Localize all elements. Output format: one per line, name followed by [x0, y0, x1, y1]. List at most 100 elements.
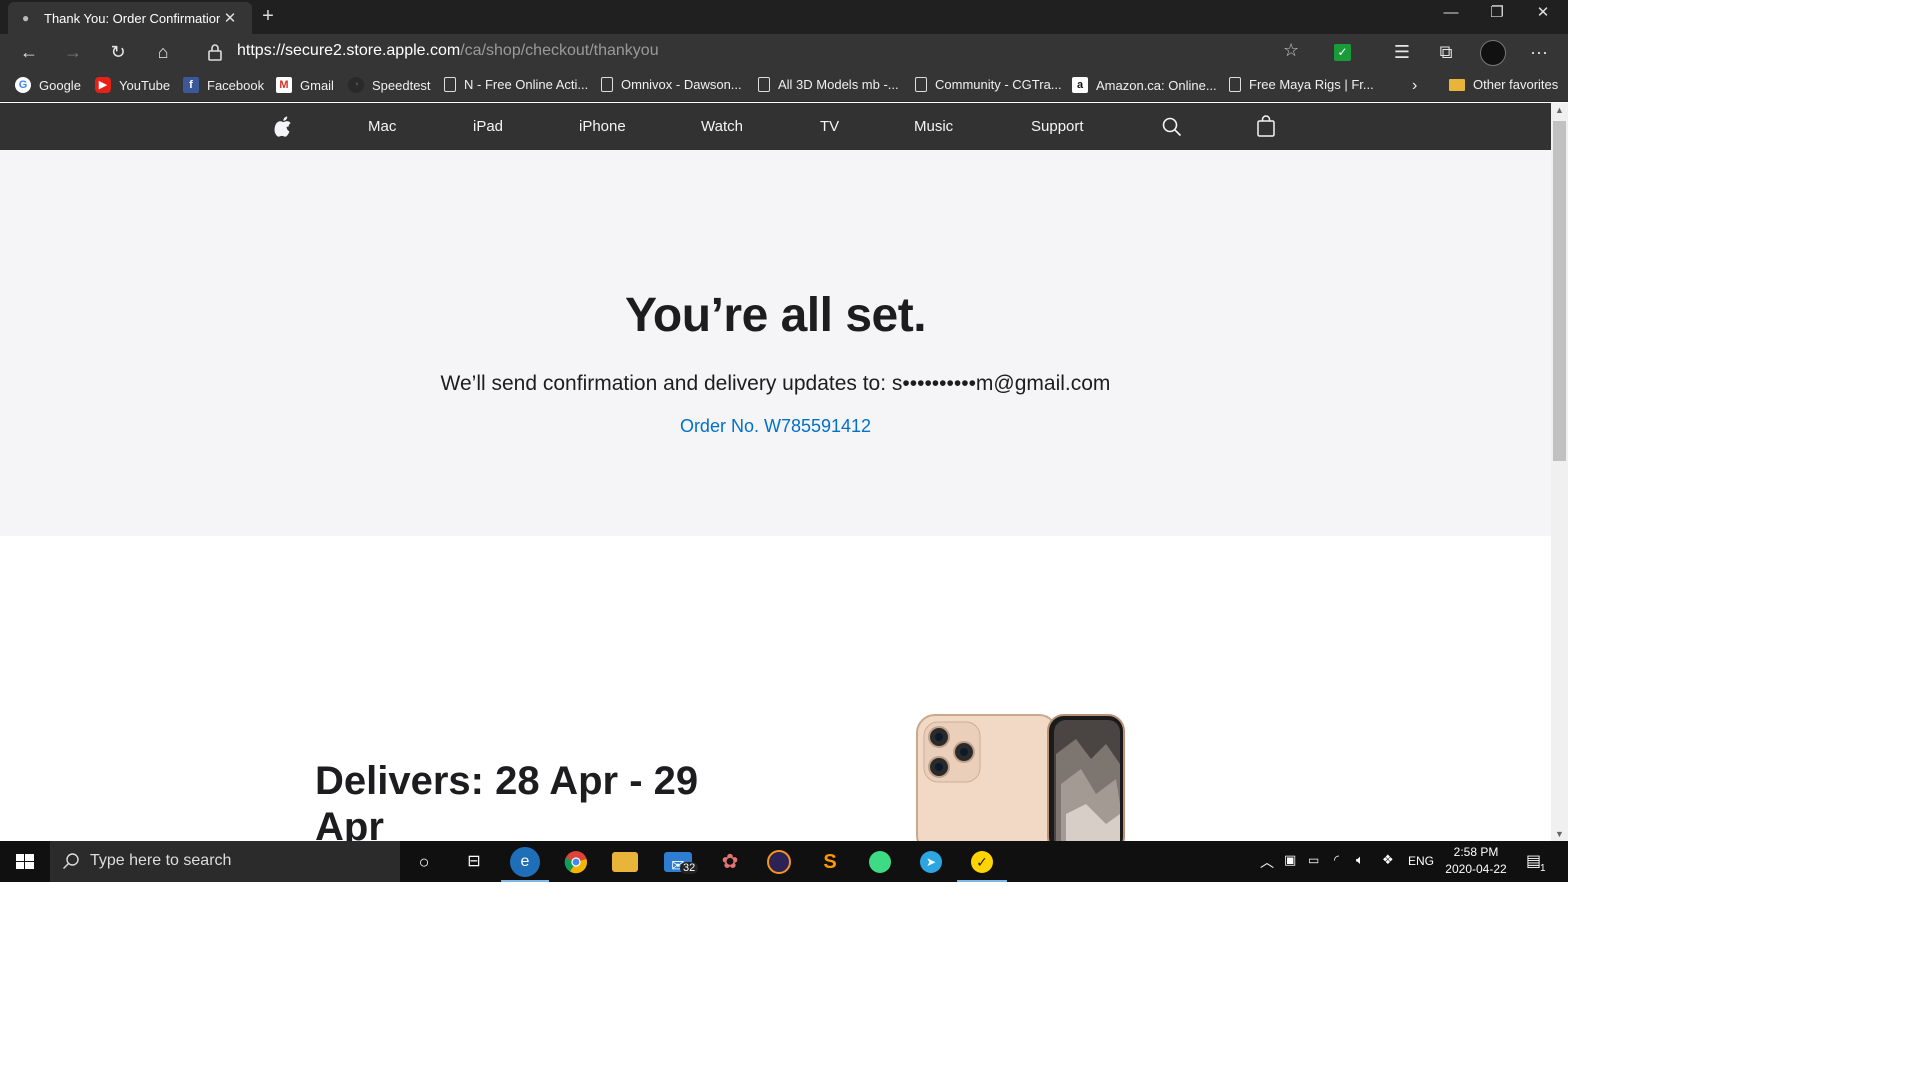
norton-icon[interactable]: ✓	[957, 847, 1007, 882]
maps-pin-icon[interactable]	[864, 847, 896, 877]
page-icon	[915, 77, 927, 92]
bookmark-omnivox[interactable]: Omnivox - Dawson...	[601, 77, 742, 92]
bookmark-cgtrader[interactable]: Community - CGTra...	[915, 77, 1062, 92]
search-placeholder: Type here to search	[90, 852, 232, 869]
windows-taskbar: Type here to search ○ ⊟ e ✉ 32 ✿ S ➤ ✓ ︿…	[0, 841, 1568, 882]
edge-browser-icon[interactable]: e	[501, 847, 549, 882]
profile-avatar[interactable]	[1480, 40, 1506, 66]
favorite-star-icon[interactable]: ☆	[1283, 40, 1299, 61]
nav-watch[interactable]: Watch	[701, 118, 743, 135]
bookmark-label: YouTube	[119, 77, 171, 93]
battery-icon[interactable]: ▭	[1308, 853, 1319, 882]
order-number-link[interactable]: Order No. W785591412	[0, 416, 1551, 437]
close-window-button[interactable]: ✕	[1520, 0, 1566, 30]
nav-support[interactable]: Support	[1031, 118, 1084, 135]
clock-date: 2020-04-22	[1445, 862, 1507, 876]
page-icon	[1229, 77, 1241, 92]
nav-tv[interactable]: TV	[820, 118, 839, 135]
bookmark-amazon[interactable]: a Amazon.ca: Online...	[1072, 77, 1217, 93]
bookmarks-bar: G Google ▶ YouTube f Facebook M Gmail ◔ …	[0, 70, 1568, 102]
page-icon	[758, 77, 770, 92]
lock-icon[interactable]	[205, 42, 225, 62]
chrome-icon[interactable]	[564, 850, 588, 874]
bookmark-speedtest[interactable]: ◔ Speedtest	[348, 77, 431, 93]
back-arrow-icon[interactable]: ←	[14, 38, 44, 66]
nav-music[interactable]: Music	[914, 118, 953, 135]
bookmark-label: Free Maya Rigs | Fr...	[1249, 77, 1374, 92]
telegram-icon[interactable]: ➤	[915, 847, 947, 877]
sublime-text-icon[interactable]: S	[814, 847, 846, 877]
page-scrollbar[interactable]: ▲ ▼	[1551, 103, 1568, 841]
task-view-icon[interactable]: ⊟	[458, 847, 490, 877]
apple-favicon-icon: ●	[22, 11, 30, 25]
page-title: You’re all set.	[624, 289, 927, 342]
folder-icon	[1449, 78, 1465, 91]
eclipse-icon[interactable]	[763, 847, 795, 877]
paint-icon[interactable]: ✿	[714, 847, 746, 877]
bookmark-gmail[interactable]: M Gmail	[276, 77, 334, 93]
google-icon: G	[15, 77, 31, 93]
bookmark-maya-rigs[interactable]: Free Maya Rigs | Fr...	[1229, 77, 1374, 92]
bookmark-google[interactable]: G Google	[15, 77, 81, 93]
bookmark-label: Gmail	[300, 77, 334, 93]
taskbar-clock[interactable]: 2:58 PM 2020-04-22	[1440, 844, 1512, 878]
bookmark-free-online-acti[interactable]: N - Free Online Acti...	[444, 77, 588, 92]
cortana-icon[interactable]: ○	[408, 847, 440, 877]
bookmarks-overflow-chevron-icon[interactable]: ›	[1412, 77, 1417, 95]
bookmark-label: Facebook	[207, 77, 265, 93]
windows-start-icon[interactable]	[0, 841, 50, 882]
file-explorer-icon[interactable]	[612, 852, 638, 872]
page-icon	[601, 77, 613, 92]
show-hidden-icons-chevron-icon[interactable]: ︿	[1260, 852, 1274, 882]
minimize-window-button[interactable]: —	[1428, 0, 1474, 30]
browser-tab-strip: ● Thank You: Order Confirmation - ✕ + — …	[0, 0, 1568, 34]
bookmark-label: Google	[39, 77, 81, 93]
new-tab-button[interactable]: +	[256, 4, 280, 28]
forward-arrow-icon[interactable]: →	[58, 38, 88, 66]
apple-logo-icon[interactable]	[274, 115, 292, 137]
language-indicator[interactable]: ENG	[1408, 854, 1434, 882]
apple-global-nav: Mac iPad iPhone Watch TV Music Support	[0, 103, 1551, 150]
extension-check-icon[interactable]: ✓	[1334, 44, 1351, 61]
delivery-heading: Delivers: 28 Apr - 29 Apr	[315, 759, 699, 849]
favorites-list-icon[interactable]: ☰	[1387, 38, 1417, 66]
bookmark-youtube[interactable]: ▶ YouTube	[95, 77, 170, 93]
browser-toolbar: ← → ↻ ⌂ https://secure2.store.apple.com/…	[0, 34, 1568, 70]
restore-window-button[interactable]: ❐	[1474, 0, 1520, 30]
nav-ipad[interactable]: iPad	[473, 118, 503, 135]
close-tab-icon[interactable]: ✕	[220, 9, 240, 27]
home-icon[interactable]: ⌂	[148, 38, 178, 66]
browser-tab[interactable]: ● Thank You: Order Confirmation - ✕	[8, 2, 252, 34]
notification-count: 1	[1540, 863, 1546, 874]
nav-mac[interactable]: Mac	[368, 118, 396, 135]
dropbox-icon[interactable]: ❖	[1382, 852, 1394, 882]
notification-center-icon[interactable]: ▤	[1526, 851, 1541, 882]
mail-badge: 32	[680, 862, 699, 874]
taskbar-search-box[interactable]: Type here to search	[50, 841, 400, 882]
bookmark-label: Amazon.ca: Online...	[1096, 77, 1217, 93]
bookmark-label: All 3D Models mb -...	[778, 77, 899, 92]
clock-time: 2:58 PM	[1453, 845, 1499, 859]
nav-iphone[interactable]: iPhone	[579, 118, 626, 135]
other-favorites-label: Other favorites	[1473, 77, 1559, 92]
url-host: https://secure2.store.apple.com	[237, 42, 461, 59]
facebook-icon: f	[183, 77, 199, 93]
device-icon[interactable]: ▣	[1284, 852, 1296, 882]
refresh-icon[interactable]: ↻	[103, 38, 133, 66]
address-bar[interactable]: https://secure2.store.apple.com/ca/shop/…	[237, 42, 659, 60]
other-favorites[interactable]: Other favorites	[1449, 77, 1558, 92]
tab-title: Thank You: Order Confirmation -	[44, 10, 220, 26]
volume-icon[interactable]: 🔈︎	[1356, 852, 1364, 882]
amazon-icon: a	[1072, 77, 1088, 93]
scroll-up-arrow-icon[interactable]: ▲	[1551, 103, 1568, 117]
search-icon[interactable]	[1162, 117, 1182, 137]
more-menu-icon[interactable]: ···	[1524, 38, 1554, 66]
bookmark-label: N - Free Online Acti...	[464, 77, 589, 92]
scroll-thumb[interactable]	[1553, 121, 1566, 461]
wifi-icon[interactable]: ◜	[1334, 852, 1339, 882]
bookmark-facebook[interactable]: f Facebook	[183, 77, 264, 93]
scroll-down-arrow-icon[interactable]: ▼	[1551, 827, 1568, 841]
collections-icon[interactable]: ⧉	[1431, 38, 1461, 66]
bookmark-3d-models[interactable]: All 3D Models mb -...	[758, 77, 899, 92]
shopping-bag-icon[interactable]	[1256, 115, 1276, 137]
